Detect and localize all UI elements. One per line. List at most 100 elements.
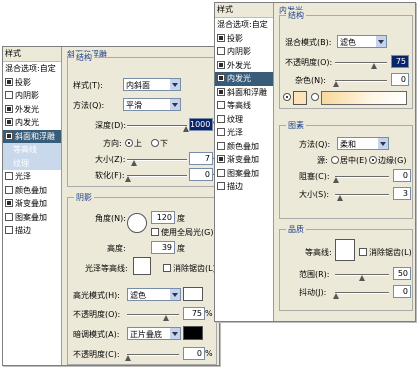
- style-item[interactable]: 外发光: [3, 103, 61, 117]
- slider-thumb-icon[interactable]: [371, 63, 377, 69]
- style-item[interactable]: 斜面和浮雕: [215, 86, 273, 100]
- shadow-opacity-slider[interactable]: [125, 354, 179, 361]
- checkbox-icon[interactable]: [5, 212, 13, 221]
- shadow-opacity-input[interactable]: 0: [183, 347, 205, 360]
- checkbox-icon[interactable]: [217, 128, 225, 136]
- style-item[interactable]: 外发光: [215, 59, 273, 73]
- style-item[interactable]: 内发光: [3, 116, 61, 130]
- checkbox-icon[interactable]: [217, 141, 225, 150]
- style-item[interactable]: 描边: [215, 180, 273, 194]
- style-item[interactable]: 投影: [3, 76, 61, 90]
- ig-gradient-radio[interactable]: [311, 93, 320, 102]
- checkbox-icon[interactable]: [217, 33, 225, 42]
- jitter-input[interactable]: 0: [393, 285, 411, 298]
- checkbox-icon[interactable]: [5, 199, 13, 207]
- style-item[interactable]: 颜色叠加: [3, 184, 61, 198]
- ig-antialias-checkbox[interactable]: 消除锯齿(L): [359, 247, 412, 258]
- slider-thumb-icon[interactable]: [131, 160, 137, 166]
- slider-thumb-icon[interactable]: [125, 355, 131, 361]
- style-item[interactable]: 光泽: [3, 170, 61, 184]
- highlight-color-swatch[interactable]: [183, 287, 203, 301]
- ig-gradient-picker[interactable]: [321, 91, 407, 105]
- checkbox-icon[interactable]: [217, 168, 225, 177]
- depth-slider[interactable]: [127, 125, 189, 132]
- range-input[interactable]: 50: [393, 267, 411, 280]
- ig-blend-dropdown[interactable]: 滤色: [337, 35, 387, 48]
- style-item[interactable]: 纹理: [215, 113, 273, 127]
- style-item[interactable]: 渐变叠加: [215, 153, 273, 167]
- checkbox-icon[interactable]: [217, 101, 225, 109]
- style-item[interactable]: 内阴影: [215, 45, 273, 59]
- ig-noise-slider[interactable]: [333, 80, 387, 87]
- shadow-mode-dropdown[interactable]: 正片叠底: [127, 327, 181, 340]
- depth-input[interactable]: 1000: [189, 118, 213, 131]
- checkbox-icon[interactable]: [5, 185, 13, 194]
- ig-color-swatch[interactable]: [293, 91, 307, 105]
- style-item[interactable]: 斜面和浮雕: [3, 129, 61, 143]
- technique-dropdown[interactable]: 柔和: [337, 137, 389, 150]
- checkbox-icon[interactable]: [217, 155, 225, 163]
- style-item[interactable]: 光泽: [215, 126, 273, 140]
- style-dropdown[interactable]: 内斜面: [123, 78, 181, 91]
- antialias-checkbox[interactable]: 消除锯齿(L): [163, 263, 216, 274]
- contour-picker[interactable]: [335, 239, 355, 261]
- direction-down-radio[interactable]: 下: [151, 138, 168, 149]
- global-light-checkbox[interactable]: 使用全局光(G): [151, 227, 213, 238]
- checkbox-icon[interactable]: [5, 172, 13, 180]
- choke-slider[interactable]: [333, 176, 389, 183]
- slider-thumb-icon[interactable]: [125, 176, 131, 182]
- highlight-opacity-slider[interactable]: [127, 314, 179, 321]
- checkbox-icon[interactable]: [5, 226, 13, 234]
- checkbox-icon[interactable]: [217, 60, 225, 69]
- size-slider[interactable]: [127, 159, 187, 166]
- slider-thumb-icon[interactable]: [337, 195, 343, 201]
- slider-thumb-icon[interactable]: [333, 81, 339, 87]
- choke-input[interactable]: 0: [393, 169, 411, 182]
- source-center-radio[interactable]: 居中(E): [331, 155, 367, 166]
- style-item[interactable]: 等高线: [3, 143, 61, 157]
- ig-color-radio[interactable]: [283, 93, 292, 102]
- soften-input[interactable]: 0: [189, 168, 213, 181]
- slider-thumb-icon[interactable]: [333, 293, 339, 299]
- ig-size-input[interactable]: 3: [393, 187, 411, 200]
- source-edge-radio[interactable]: 边缘(G): [369, 155, 406, 166]
- style-item[interactable]: 内发光: [215, 72, 273, 86]
- ig-noise-input[interactable]: 0: [391, 73, 409, 86]
- checkbox-icon[interactable]: [5, 91, 13, 99]
- gloss-contour-picker[interactable]: [133, 257, 151, 275]
- slider-thumb-icon[interactable]: [359, 275, 365, 281]
- checkbox-icon[interactable]: [5, 131, 13, 140]
- method-dropdown[interactable]: 平滑: [123, 98, 181, 111]
- style-item[interactable]: 纹理: [3, 156, 61, 170]
- style-item[interactable]: 图案叠加: [215, 167, 273, 181]
- checkbox-icon[interactable]: [5, 77, 13, 86]
- slider-thumb-icon[interactable]: [163, 315, 169, 321]
- checkbox-icon[interactable]: [217, 87, 225, 96]
- angle-input[interactable]: 120: [151, 211, 175, 224]
- style-item[interactable]: 颜色叠加: [215, 140, 273, 154]
- size-input[interactable]: 7: [189, 152, 213, 165]
- style-item[interactable]: 描边: [3, 224, 61, 238]
- direction-up-radio[interactable]: 上: [125, 138, 142, 149]
- ig-size-slider[interactable]: [335, 194, 389, 201]
- slider-thumb-icon[interactable]: [333, 177, 339, 183]
- style-item[interactable]: 投影: [215, 32, 273, 46]
- checkbox-icon[interactable]: [217, 114, 225, 123]
- checkbox-icon[interactable]: [217, 74, 225, 82]
- jitter-slider[interactable]: [333, 292, 389, 299]
- style-item[interactable]: 等高线: [215, 99, 273, 113]
- altitude-input[interactable]: 39: [151, 241, 175, 254]
- highlight-mode-dropdown[interactable]: 滤色: [127, 288, 181, 301]
- style-item[interactable]: 渐变叠加: [3, 197, 61, 211]
- checkbox-icon[interactable]: [217, 182, 225, 190]
- blending-options-item[interactable]: 混合选项:自定: [215, 18, 273, 32]
- shadow-color-swatch[interactable]: [183, 326, 203, 340]
- ig-opacity-input[interactable]: 75: [391, 55, 409, 68]
- checkbox-icon[interactable]: [5, 118, 13, 126]
- blending-options-item[interactable]: 混合选项:自定: [3, 62, 61, 76]
- style-item[interactable]: 图案叠加: [3, 211, 61, 225]
- ig-opacity-slider[interactable]: [335, 62, 387, 69]
- checkbox-icon[interactable]: [217, 47, 225, 55]
- highlight-opacity-input[interactable]: 75: [183, 307, 205, 320]
- range-slider[interactable]: [335, 274, 389, 281]
